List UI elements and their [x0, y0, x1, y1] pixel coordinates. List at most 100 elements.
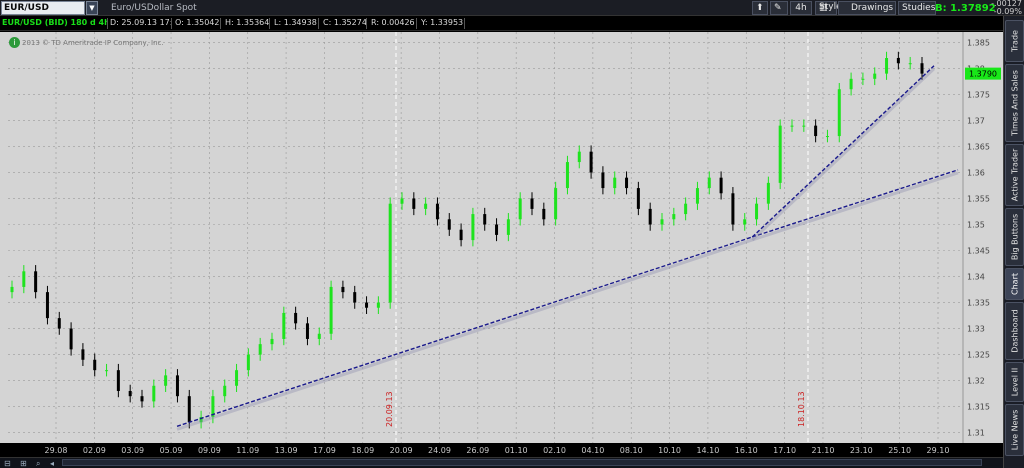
info-icon: i	[9, 37, 20, 48]
candle-body	[790, 125, 794, 127]
candle-body	[625, 177, 629, 189]
candle-body	[34, 271, 38, 293]
candle-body	[885, 58, 889, 74]
candle-body	[258, 344, 262, 355]
tab-trade[interactable]: Trade	[1005, 20, 1024, 62]
chart-scrollbar[interactable]	[62, 459, 982, 466]
x-tick-label: 17.09	[313, 446, 336, 455]
y-tick-label: 1.375	[967, 90, 990, 99]
candle-body	[554, 188, 558, 220]
y-tick-label: 1.34	[967, 273, 985, 282]
candle-body	[22, 271, 26, 287]
candle-body	[766, 182, 770, 204]
candle-body	[282, 312, 286, 339]
x-tick-label: 10.10	[658, 446, 681, 455]
x-tick-label: 16.10	[735, 446, 758, 455]
x-tick-label: 14.10	[696, 446, 719, 455]
tab-label: Live News	[1010, 409, 1019, 451]
y-tick-label: 1.31	[967, 429, 985, 438]
candle-body	[305, 323, 309, 339]
zoom-out-icon[interactable]: ⊟	[4, 459, 11, 468]
change-box: -.00127 -0.09%	[978, 0, 1024, 16]
tab-label: Active Trader	[1010, 148, 1019, 202]
candle-body	[223, 385, 227, 397]
candle-body	[459, 229, 463, 241]
zoom-in-icon[interactable]: ⊞	[20, 459, 27, 468]
candle-body	[920, 63, 924, 74]
y-tick-label: 1.35	[967, 220, 985, 229]
x-tick-label: 24.09	[428, 446, 451, 455]
y-tick-label: 1.365	[967, 142, 990, 151]
candle-body	[400, 198, 404, 204]
y-tick-label: 1.37	[967, 116, 985, 125]
candle-body	[695, 188, 699, 204]
x-tick-label: 29.08	[45, 446, 68, 455]
tab-big-buttons[interactable]: Big Buttons	[1005, 208, 1024, 266]
candle-body	[294, 312, 298, 324]
candle-body	[424, 203, 428, 209]
grid	[8, 32, 962, 443]
tab-label: Trade	[1010, 30, 1019, 52]
symbol-description: Euro/USDollar Spot	[111, 3, 197, 13]
chevron-left-icon[interactable]: ◂	[50, 459, 54, 468]
x-tick-label: 17.10	[773, 446, 796, 455]
symbol-text: EUR/USD	[4, 3, 49, 13]
bar-date: D: 25.09.13 17:00	[110, 18, 172, 29]
symbol-dropdown-button[interactable]: ▼	[86, 1, 98, 15]
candle-body	[589, 151, 593, 173]
wrench-icon[interactable]: ✎	[770, 1, 788, 15]
y-axis: 1.31 1.315 1.32 1.325 1.33 1.335 1.34 1.345 1.35…	[962, 32, 1001, 443]
price-chart[interactable]: 20.09.13 18.10.13 1.311.3151.321.3251.331…	[0, 32, 1003, 443]
candle-body	[802, 125, 806, 127]
date-dividers: 20.09.13 18.10.13	[385, 32, 809, 443]
search-icon[interactable]: ⌕	[36, 459, 40, 468]
y-tick-label: 1.32	[967, 377, 985, 386]
y-tick-label: 1.325	[967, 351, 990, 360]
candle-body	[648, 208, 652, 225]
chart-area[interactable]: 20.09.13 18.10.13 1.31 1.315 1.32 1.325 1.33 1…	[0, 32, 1003, 443]
tab-level-ii[interactable]: Level II	[1005, 362, 1024, 402]
candle-body	[69, 328, 73, 350]
side-tab-bar: Trade Times And Sales Active Trader Big But…	[1003, 16, 1024, 468]
candle-body	[246, 354, 250, 371]
candle-body	[187, 396, 191, 423]
candle-body	[341, 286, 345, 293]
candle-body	[577, 151, 581, 163]
x-tick-label: 09.09	[198, 446, 221, 455]
candle-body	[483, 214, 487, 225]
candle-body	[235, 370, 239, 386]
candle-body	[116, 370, 120, 391]
timeframe-button[interactable]: 4h	[790, 1, 812, 15]
y-tick-label: 1.355	[967, 194, 990, 203]
symbol-input[interactable]: EUR/USD	[1, 1, 85, 15]
candle-body	[447, 219, 451, 230]
candle-body	[495, 224, 499, 235]
tab-times-and-sales[interactable]: Times And Sales	[1005, 64, 1024, 142]
x-tick-label: 11.09	[236, 446, 259, 455]
cursor-icon[interactable]: ⬆	[752, 1, 768, 15]
tab-label: Big Buttons	[1010, 213, 1019, 261]
drawings-button[interactable]: Drawings	[838, 1, 896, 15]
candle-body	[613, 177, 617, 189]
candle-body	[353, 292, 357, 303]
last-price-label: 1.3790	[969, 70, 997, 79]
candle-body	[81, 349, 85, 360]
y-tick-label: 1.315	[967, 403, 990, 412]
x-tick-label: 18.09	[351, 446, 374, 455]
bar-y: Y: 1.33953	[421, 18, 465, 29]
x-tick-label: 23.10	[850, 446, 873, 455]
candle-body	[873, 73, 877, 79]
tab-live-news[interactable]: Live News	[1005, 404, 1024, 456]
tab-active-trader[interactable]: Active Trader	[1005, 144, 1024, 206]
candle-body	[565, 162, 569, 189]
candle-body	[542, 208, 546, 220]
tab-dashboard[interactable]: Dashboard	[1005, 302, 1024, 360]
chart-title: EUR/USD (BID) 180 d 4h	[2, 18, 108, 29]
candle-body	[93, 359, 97, 371]
candle-body	[731, 193, 735, 225]
x-tick-label: 05.09	[160, 446, 183, 455]
bar-high: H: 1.35364	[225, 18, 270, 29]
studies-button[interactable]: Studies	[898, 1, 936, 15]
candle-body	[896, 58, 900, 64]
tab-chart[interactable]: Chart	[1005, 268, 1024, 300]
